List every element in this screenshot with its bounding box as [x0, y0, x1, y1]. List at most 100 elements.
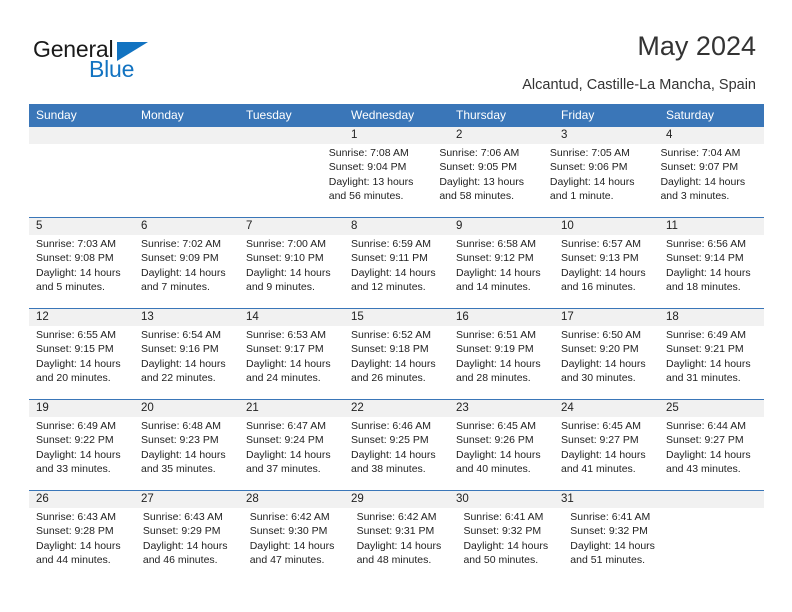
sunrise-text: Sunrise: 6:53 AM: [246, 329, 326, 341]
day-number[interactable]: 31: [554, 491, 659, 508]
day-number[interactable]: 3: [554, 127, 659, 144]
sunrise-text: Sunrise: 6:52 AM: [351, 329, 431, 341]
daylight-text: Daylight: 14 hours and 28 minutes.: [456, 357, 541, 384]
day-cell[interactable]: Sunrise: 7:04 AM Sunset: 9:07 PM Daylight:…: [653, 144, 764, 217]
daylight-text: Daylight: 14 hours and 16 minutes.: [561, 266, 646, 293]
sunrise-text: Sunrise: 6:57 AM: [561, 238, 641, 250]
day-cell[interactable]: Sunrise: 6:57 AM Sunset: 9:13 PM Daylight:…: [554, 235, 659, 308]
day-cell[interactable]: Sunrise: 6:45 AM Sunset: 9:27 PM Daylight:…: [554, 417, 659, 490]
day-cell[interactable]: Sunrise: 7:06 AM Sunset: 9:05 PM Daylight:…: [432, 144, 543, 217]
day-number[interactable]: 19: [29, 400, 134, 417]
daylight-text: Daylight: 14 hours and 26 minutes.: [351, 357, 436, 384]
day-cell[interactable]: Sunrise: 6:41 AM Sunset: 9:32 PM Daylight:…: [456, 508, 563, 581]
sunset-text: Sunset: 9:23 PM: [141, 434, 219, 447]
daylight-text: Daylight: 14 hours and 24 minutes.: [246, 357, 331, 384]
sunset-text: Sunset: 9:32 PM: [463, 525, 542, 538]
day-number[interactable]: 10: [554, 218, 659, 235]
day-number[interactable]: 24: [554, 400, 659, 417]
day-cell[interactable]: Sunrise: 6:49 AM Sunset: 9:22 PM Daylight:…: [29, 417, 134, 490]
general-blue-logo: General Blue: [33, 36, 223, 86]
sunset-text: Sunset: 9:25 PM: [351, 434, 429, 447]
weekday-header-monday: Monday: [141, 108, 184, 122]
day-cell[interactable]: Sunrise: 6:48 AM Sunset: 9:23 PM Daylight:…: [134, 417, 239, 490]
sunset-text: Sunset: 9:09 PM: [141, 252, 219, 265]
daylight-text: Daylight: 13 hours and 58 minutes.: [439, 175, 524, 202]
sunrise-text: Sunrise: 6:45 AM: [561, 420, 641, 432]
week-detail-strip: Sunrise: 7:08 AM Sunset: 9:04 PM Daylight:…: [29, 144, 764, 217]
day-number[interactable]: 27: [134, 491, 239, 508]
day-number[interactable]: 13: [134, 309, 239, 326]
day-number[interactable]: 22: [344, 400, 449, 417]
day-cell[interactable]: Sunrise: 7:05 AM Sunset: 9:06 PM Daylight:…: [543, 144, 654, 217]
daylight-text: Daylight: 14 hours and 37 minutes.: [246, 448, 331, 475]
calendar-grid: Sunday Monday Tuesday Wednesday Thursday Frid…: [29, 104, 764, 581]
day-cell[interactable]: Sunrise: 6:55 AM Sunset: 9:15 PM Daylight:…: [29, 326, 134, 399]
day-cell[interactable]: Sunrise: 6:41 AM Sunset: 9:32 PM Daylight:…: [563, 508, 670, 581]
day-cell[interactable]: Sunrise: 6:53 AM Sunset: 9:17 PM Daylight:…: [239, 326, 344, 399]
day-number[interactable]: 9: [449, 218, 554, 235]
day-number[interactable]: 28: [239, 491, 344, 508]
day-number[interactable]: 11: [659, 218, 764, 235]
day-cell-empty: [224, 144, 322, 217]
daylight-text: Daylight: 14 hours and 41 minutes.: [561, 448, 646, 475]
day-cell[interactable]: Sunrise: 6:42 AM Sunset: 9:31 PM Daylight:…: [350, 508, 457, 581]
day-number[interactable]: 6: [134, 218, 239, 235]
day-cell[interactable]: Sunrise: 6:56 AM Sunset: 9:14 PM Daylight:…: [659, 235, 764, 308]
day-number[interactable]: 23: [449, 400, 554, 417]
daylight-text: Daylight: 14 hours and 43 minutes.: [666, 448, 751, 475]
day-cell[interactable]: Sunrise: 7:08 AM Sunset: 9:04 PM Daylight:…: [322, 144, 433, 217]
day-cell[interactable]: Sunrise: 6:52 AM Sunset: 9:18 PM Daylight:…: [344, 326, 449, 399]
sunset-text: Sunset: 9:15 PM: [36, 343, 114, 356]
day-cell[interactable]: Sunrise: 6:54 AM Sunset: 9:16 PM Daylight:…: [134, 326, 239, 399]
day-number[interactable]: 26: [29, 491, 134, 508]
day-number[interactable]: 12: [29, 309, 134, 326]
daylight-text: Daylight: 14 hours and 48 minutes.: [356, 539, 442, 566]
day-number[interactable]: 14: [239, 309, 344, 326]
daylight-text: Daylight: 14 hours and 1 minute.: [549, 175, 635, 202]
day-number[interactable]: 4: [659, 127, 764, 144]
calendar-weeks: 1 2 3 4 Sunrise: 7:08 AM Sunset: 9:04 PM Dayli…: [29, 127, 764, 581]
day-number[interactable]: 17: [554, 309, 659, 326]
day-number[interactable]: 8: [344, 218, 449, 235]
day-number[interactable]: 21: [239, 400, 344, 417]
daylight-text: Daylight: 14 hours and 51 minutes.: [570, 539, 655, 566]
day-cell-empty: [29, 144, 127, 217]
sunset-text: Sunset: 9:04 PM: [328, 161, 407, 174]
day-number[interactable]: 25: [659, 400, 764, 417]
day-number[interactable]: 5: [29, 218, 134, 235]
daylight-text: Daylight: 14 hours and 18 minutes.: [666, 266, 751, 293]
day-cell[interactable]: Sunrise: 6:43 AM Sunset: 9:29 PM Daylight:…: [136, 508, 243, 581]
day-cell[interactable]: Sunrise: 6:49 AM Sunset: 9:21 PM Daylight:…: [659, 326, 764, 399]
day-cell[interactable]: Sunrise: 6:59 AM Sunset: 9:11 PM Daylight:…: [344, 235, 449, 308]
daylight-text: Daylight: 13 hours and 56 minutes.: [328, 175, 414, 202]
day-number[interactable]: 20: [134, 400, 239, 417]
day-number[interactable]: 30: [449, 491, 554, 508]
day-cell-empty: [127, 144, 225, 217]
day-number[interactable]: 2: [449, 127, 554, 144]
day-number[interactable]: 18: [659, 309, 764, 326]
week-day-number-strip: 5 6 7 8 9 10 11: [29, 218, 764, 235]
day-number[interactable]: 7: [239, 218, 344, 235]
daylight-text: Daylight: 14 hours and 20 minutes.: [36, 357, 121, 384]
day-number[interactable]: 16: [449, 309, 554, 326]
daylight-text: Daylight: 14 hours and 33 minutes.: [36, 448, 121, 475]
day-cell[interactable]: Sunrise: 6:47 AM Sunset: 9:24 PM Daylight:…: [239, 417, 344, 490]
day-cell[interactable]: Sunrise: 6:45 AM Sunset: 9:26 PM Daylight:…: [449, 417, 554, 490]
sunset-text: Sunset: 9:28 PM: [36, 525, 114, 538]
day-cell[interactable]: Sunrise: 6:50 AM Sunset: 9:20 PM Daylight:…: [554, 326, 659, 399]
day-cell[interactable]: Sunrise: 6:58 AM Sunset: 9:12 PM Daylight:…: [449, 235, 554, 308]
day-cell[interactable]: Sunrise: 7:00 AM Sunset: 9:10 PM Daylight:…: [239, 235, 344, 308]
sunset-text: Sunset: 9:06 PM: [549, 161, 628, 174]
day-number[interactable]: 29: [344, 491, 449, 508]
daylight-text: Daylight: 14 hours and 3 minutes.: [660, 175, 746, 202]
day-cell[interactable]: Sunrise: 6:43 AM Sunset: 9:28 PM Daylight:…: [29, 508, 136, 581]
day-cell[interactable]: Sunrise: 7:03 AM Sunset: 9:08 PM Daylight:…: [29, 235, 134, 308]
day-number[interactable]: 15: [344, 309, 449, 326]
day-number[interactable]: 1: [344, 127, 449, 144]
day-cell[interactable]: Sunrise: 6:44 AM Sunset: 9:27 PM Daylight:…: [659, 417, 764, 490]
day-cell[interactable]: Sunrise: 7:02 AM Sunset: 9:09 PM Daylight:…: [134, 235, 239, 308]
day-cell[interactable]: Sunrise: 6:46 AM Sunset: 9:25 PM Daylight:…: [344, 417, 449, 490]
day-cell[interactable]: Sunrise: 6:42 AM Sunset: 9:30 PM Daylight:…: [243, 508, 350, 581]
day-cell[interactable]: Sunrise: 6:51 AM Sunset: 9:19 PM Daylight:…: [449, 326, 554, 399]
daylight-text: Daylight: 14 hours and 47 minutes.: [249, 539, 335, 566]
